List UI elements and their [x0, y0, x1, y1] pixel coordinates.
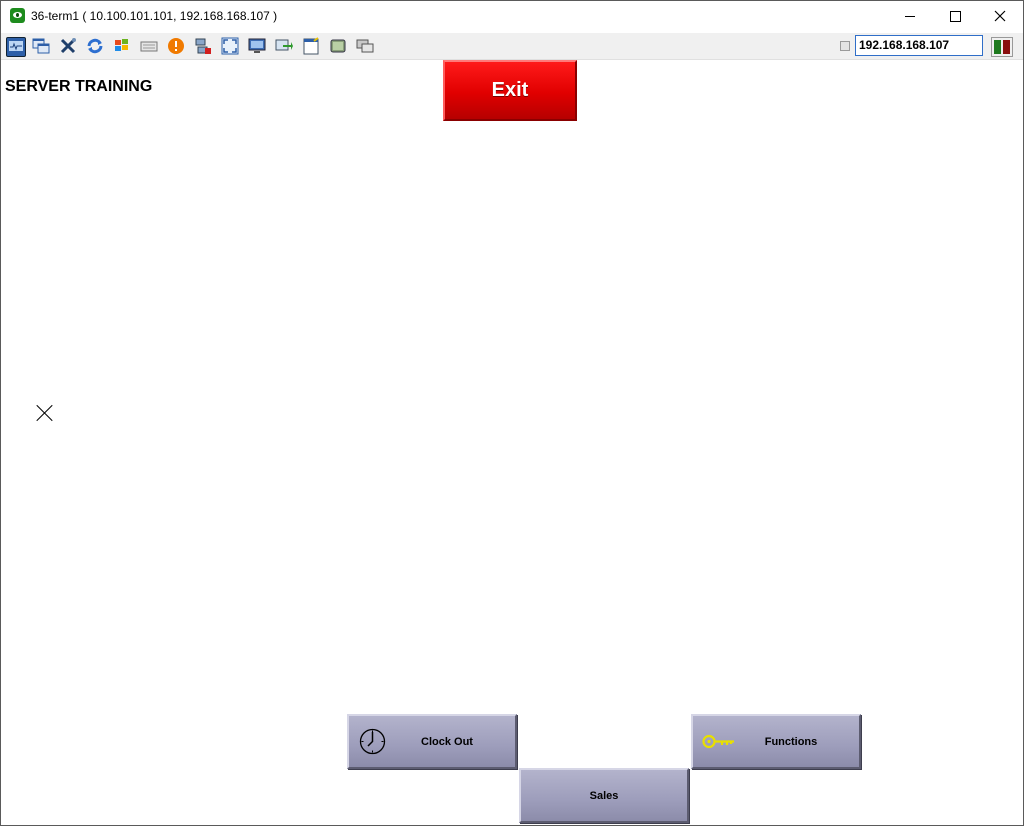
refresh-icon[interactable] [86, 37, 104, 55]
tools-icon[interactable] [59, 37, 77, 55]
clock-out-label: Clock Out [421, 735, 473, 748]
network-icon[interactable] [194, 37, 212, 55]
minimize-button[interactable] [887, 1, 933, 31]
clock-out-button[interactable]: Clock Out [347, 714, 517, 769]
clock-icon [359, 728, 386, 755]
monitor-icon[interactable] [6, 37, 26, 57]
screen-icon[interactable] [329, 37, 347, 55]
sales-button[interactable]: Sales [519, 768, 689, 823]
exit-button[interactable]: Exit [443, 60, 577, 121]
connection-indicator [840, 41, 850, 51]
close-icon [994, 10, 1006, 22]
notes-icon[interactable] [302, 37, 320, 55]
display-icon[interactable] [248, 37, 266, 55]
ip-address-field[interactable]: 192.168.168.107 [855, 35, 983, 56]
flag-icon[interactable] [113, 37, 131, 55]
maximize-button[interactable] [932, 1, 978, 31]
status-bars-icon[interactable] [991, 37, 1013, 57]
cursor-x-icon [36, 404, 54, 422]
windows-icon[interactable] [32, 37, 50, 55]
close-button[interactable] [977, 1, 1023, 31]
app-eye-icon [10, 8, 25, 23]
sales-label: Sales [589, 789, 619, 802]
window-title: 36-term1 ( 10.100.101.101, 192.168.168.1… [31, 9, 278, 23]
functions-label: Functions [764, 735, 818, 748]
alert-icon[interactable] [167, 37, 185, 55]
keyboard-icon[interactable] [140, 37, 158, 55]
functions-button[interactable]: Functions [691, 714, 861, 769]
title-bar: 36-term1 ( 10.100.101.101, 192.168.168.1… [1, 1, 1023, 31]
chat-icon[interactable] [356, 37, 374, 55]
page-title: SERVER TRAINING [5, 78, 153, 95]
transfer-icon[interactable] [275, 37, 293, 55]
key-icon [702, 734, 734, 749]
terminal-window: 36-term1 ( 10.100.101.101, 192.168.168.1… [0, 0, 1024, 826]
fullscreen-icon[interactable] [221, 37, 239, 55]
